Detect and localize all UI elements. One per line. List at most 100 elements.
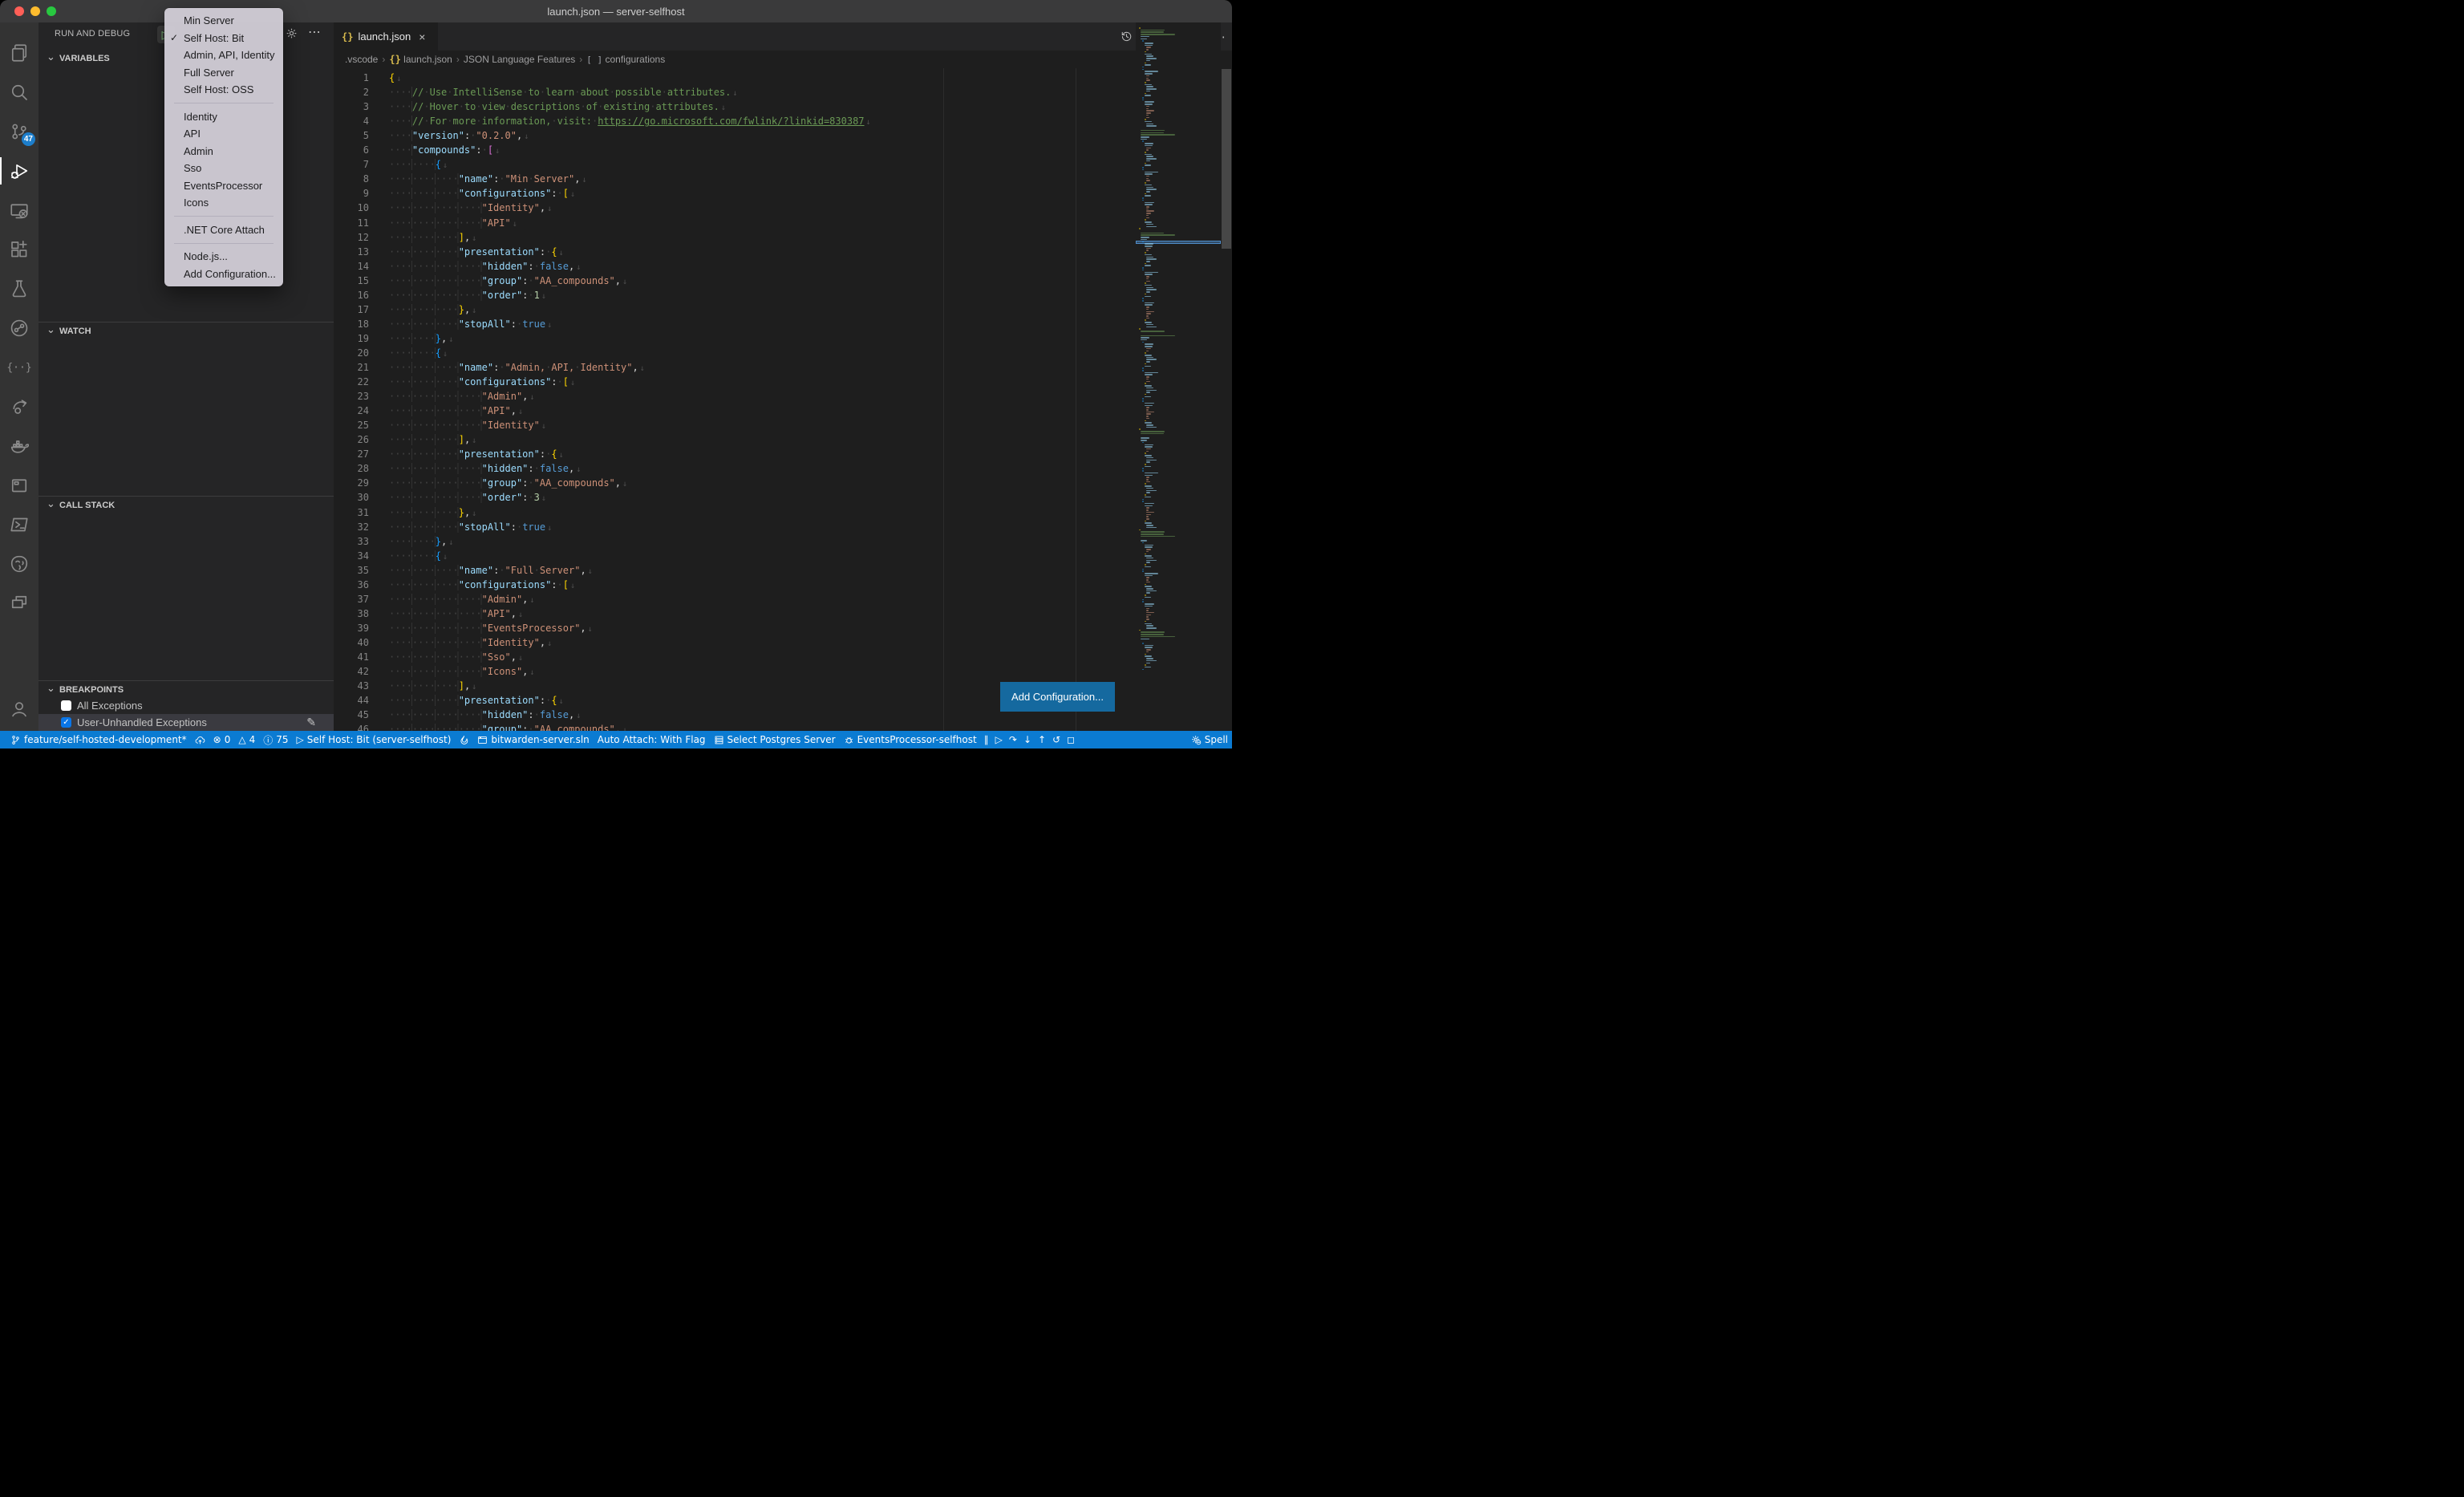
search-icon[interactable] <box>0 73 38 112</box>
close-window-icon[interactable] <box>14 6 24 16</box>
rest-client-icon[interactable]: {··} <box>0 348 38 387</box>
menu-item-full-server[interactable]: Full Server <box>164 64 283 82</box>
powershell-icon[interactable] <box>0 505 38 544</box>
status-step-out[interactable]: ↑ <box>1035 731 1049 748</box>
status-bar: feature/self-hosted-development*⊗0△4ⓘ75▷… <box>0 731 1232 748</box>
testing-icon[interactable] <box>0 270 38 308</box>
status-step-into[interactable]: ↓ <box>1020 731 1035 748</box>
breakpoint-item[interactable]: ✓User-Unhandled Exceptions✎ <box>38 714 334 731</box>
run-and-debug-icon[interactable] <box>0 152 38 190</box>
debug-settings-gear-icon[interactable] <box>286 27 298 43</box>
sidebar-more-actions-icon[interactable]: ⋯ <box>308 24 321 40</box>
status-warnings[interactable]: △4 <box>234 731 259 748</box>
remote-explorer-icon[interactable] <box>0 191 38 229</box>
breadcrumb[interactable]: .vscode›{} launch.json›JSON Language Fea… <box>334 51 1232 68</box>
breakpoint-item[interactable]: All Exceptions <box>38 697 334 714</box>
call-stack-section-header[interactable]: ⌄ CALL STACK <box>38 497 334 514</box>
status-stop[interactable]: ◻ <box>1064 731 1078 748</box>
menu-item-admin-api-identity[interactable]: Admin, API, Identity <box>164 47 283 64</box>
watch-section-header[interactable]: ⌄ WATCH <box>38 323 334 340</box>
line-number: 5 <box>334 128 369 143</box>
chevron-down-icon: ⌄ <box>47 323 55 336</box>
line-number: 35 <box>334 563 369 578</box>
source-control-icon[interactable]: 47 <box>0 112 38 151</box>
menu-item-self-host-oss[interactable]: Self Host: OSS <box>164 81 283 99</box>
add-configuration-button[interactable]: Add Configuration... <box>1000 682 1115 712</box>
editor-scrollbar[interactable] <box>1221 22 1232 731</box>
breadcrumb-item[interactable]: JSON Language Features <box>464 54 575 65</box>
end-of-line-marker: ↓ <box>622 480 627 489</box>
line-number: 14 <box>334 259 369 274</box>
status-postgres-server[interactable]: Select Postgres Server <box>710 731 840 748</box>
status-auto-attach[interactable]: Auto Attach: With Flag <box>594 731 710 748</box>
extensions-icon[interactable] <box>0 230 38 269</box>
menu-item-api[interactable]: API <box>164 125 283 143</box>
status-continue[interactable]: ▷ <box>992 731 1006 748</box>
line-number: 7 <box>334 157 369 172</box>
line-number: 24 <box>334 404 369 418</box>
breadcrumb-item[interactable]: [ ] configurations <box>586 54 665 65</box>
close-tab-icon[interactable]: × <box>419 30 425 43</box>
breakpoints-section-header[interactable]: ⌄ BREAKPOINTS <box>38 681 334 699</box>
status-git-branch[interactable]: feature/self-hosted-development* <box>6 731 191 748</box>
activity-bar: 47 {··} <box>0 22 38 731</box>
docker-icon[interactable] <box>0 427 38 465</box>
status-flame[interactable] <box>455 731 473 748</box>
code-line: 46················"group":·"AA_compounds… <box>334 722 1136 731</box>
edit-breakpoint-icon[interactable]: ✎ <box>306 716 316 729</box>
code-editor[interactable]: 1{↓2····//·Use·IntelliSense·to·learn·abo… <box>334 68 1136 731</box>
tab-bar: {} launch.json × ←→⋯ <box>334 22 1232 51</box>
menu-item-sso[interactable]: Sso <box>164 160 283 177</box>
status-infos[interactable]: ⓘ75 <box>259 731 292 748</box>
history-icon[interactable] <box>1121 30 1133 43</box>
menu-item-node-js[interactable]: Node.js... <box>164 248 283 266</box>
code-line: 25················"Identity"↓ <box>334 418 1136 432</box>
status-debug-session[interactable]: EventsProcessor-selfhost <box>840 731 981 748</box>
status-pause[interactable]: ∥ <box>981 731 992 748</box>
menu-item-admin[interactable]: Admin <box>164 143 283 160</box>
menu-separator <box>164 238 283 248</box>
breadcrumb-item[interactable]: .vscode <box>345 54 378 65</box>
status-solution[interactable]: bitwarden-server.sln <box>473 731 593 748</box>
git-graph-icon[interactable] <box>0 309 38 347</box>
explorer-icon[interactable] <box>0 34 38 72</box>
zoom-window-icon[interactable] <box>47 6 56 16</box>
status-sync[interactable] <box>191 731 209 748</box>
code-line: 7········{↓ <box>334 157 1136 172</box>
minimize-window-icon[interactable] <box>30 6 40 16</box>
dev-container-icon[interactable] <box>0 466 38 505</box>
status-step-over[interactable]: ↷ <box>1006 731 1020 748</box>
unchecked-checkbox[interactable] <box>61 700 71 711</box>
line-number: 27 <box>334 447 369 461</box>
tab-launch-json[interactable]: {} launch.json × <box>334 22 438 51</box>
status-bar-right: Spell <box>1187 731 1232 748</box>
breadcrumb-item[interactable]: {} launch.json <box>389 54 452 65</box>
checked-checkbox[interactable]: ✓ <box>61 717 71 728</box>
menu-item-min-server[interactable]: Min Server <box>164 12 283 30</box>
status-restart[interactable]: ↺ <box>1049 731 1064 748</box>
menu-item-icons[interactable]: Icons <box>164 194 283 212</box>
menu-item-eventsprocessor[interactable]: EventsProcessor <box>164 177 283 195</box>
status-spell-checker[interactable]: Spell <box>1187 731 1232 748</box>
postgresql-icon[interactable] <box>0 545 38 583</box>
status-errors[interactable]: ⊗0 <box>209 731 235 748</box>
menu-separator <box>164 99 283 108</box>
menu-item-identity[interactable]: Identity <box>164 108 283 126</box>
minimap[interactable] <box>1136 22 1221 731</box>
menu-item-add-configuration[interactable]: Add Configuration... <box>164 266 283 283</box>
accounts-icon[interactable] <box>0 690 38 728</box>
end-of-line-marker: ↓ <box>547 639 552 648</box>
end-of-line-marker: ↓ <box>547 321 552 330</box>
line-number: 26 <box>334 432 369 447</box>
menu-item-self-host-bit[interactable]: ✓Self Host: Bit <box>164 30 283 47</box>
line-number: 18 <box>334 317 369 331</box>
end-of-line-marker: ↓ <box>547 205 552 213</box>
live-share-icon[interactable] <box>0 387 38 426</box>
window-layers-icon[interactable] <box>0 584 38 623</box>
line-number: 42 <box>334 664 369 679</box>
menu-item-net-core-attach[interactable]: .NET Core Attach <box>164 221 283 239</box>
code-line: 28················"hidden":·false,↓ <box>334 461 1136 476</box>
scrollbar-slider[interactable] <box>1222 69 1231 249</box>
status-debug-config[interactable]: ▷Self Host: Bit (server-selfhost) <box>293 731 456 748</box>
line-number: 20 <box>334 346 369 360</box>
